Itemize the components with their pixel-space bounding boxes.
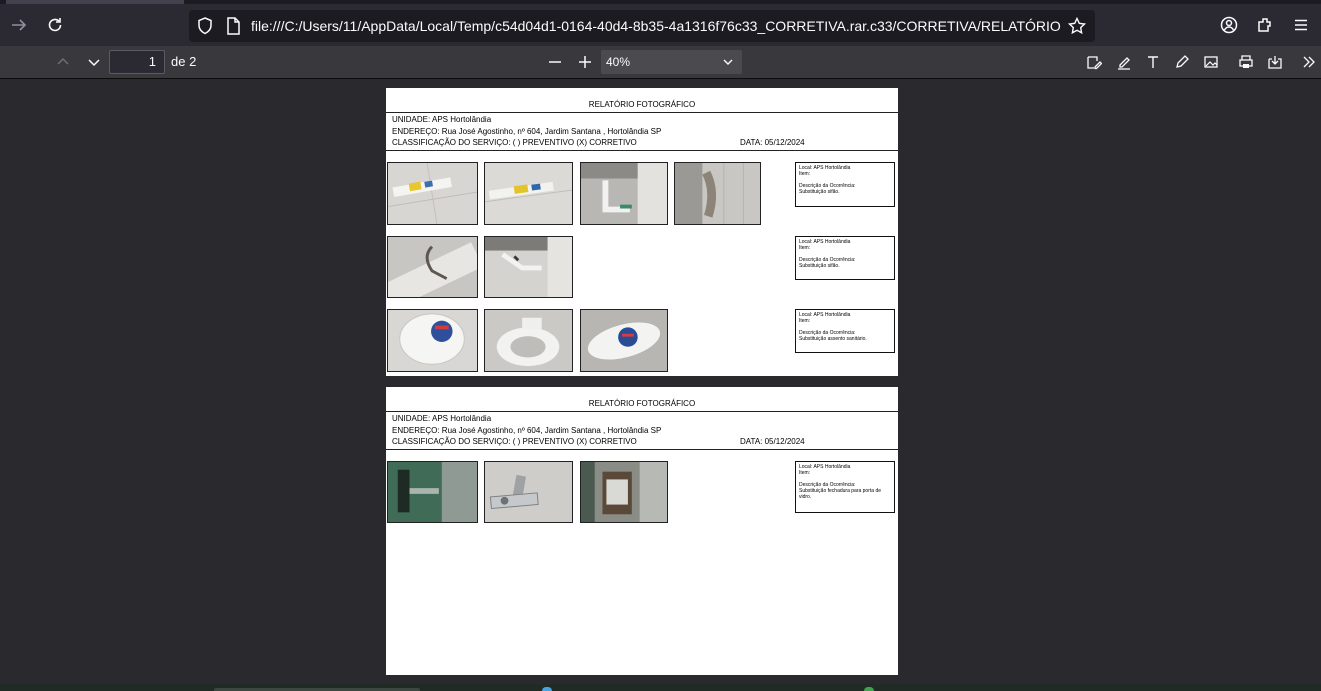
highlight-button[interactable]: [1111, 49, 1137, 75]
unidade-text: UNIDADE: APS Hortolândia: [392, 115, 492, 124]
zoom-in-icon: [579, 56, 591, 68]
navigation-bar: file:///C:/Users/11/AppData/Local/Temp/c…: [0, 4, 1321, 46]
classificacao-text: CLASSIFICAÇÃO DO SERVIÇO: ( ) PREVENTIVO…: [392, 437, 637, 446]
highlight-icon: [1118, 57, 1130, 70]
photo-siphon-under-sink-1: [387, 236, 478, 298]
reload-button[interactable]: [40, 10, 70, 40]
photo-toilet-seat-package: [387, 309, 478, 372]
page-count-label: de 2: [171, 54, 197, 69]
photo-siphon-under-sink-2: [484, 236, 573, 298]
draw-icon: [1176, 55, 1189, 68]
account-icon: [1220, 16, 1238, 34]
print-button[interactable]: [1233, 49, 1259, 75]
zoom-out-button[interactable]: [542, 49, 568, 75]
photo-glass-door: [387, 461, 478, 523]
text-icon: [1148, 56, 1158, 68]
page-up-icon: [57, 57, 69, 65]
photo-toilet-seat-new-package: [580, 309, 668, 372]
date-text: DATA: 05/12/2024: [740, 138, 805, 147]
account-button[interactable]: [1214, 10, 1244, 40]
text-button[interactable]: [1140, 49, 1166, 75]
save-icon: [1268, 56, 1282, 69]
more-tools-icon: [1303, 56, 1315, 68]
endereco-text: ENDEREÇO: Rua José Agostinho, nº 604, Ja…: [392, 426, 662, 435]
pdf-page-1: RELATÓRIO FOTOGRÁFICO UNIDADE: APS Horto…: [386, 88, 898, 376]
taskbar: [0, 684, 1321, 691]
forward-button[interactable]: [4, 10, 34, 40]
zoom-in-button[interactable]: [572, 49, 598, 75]
menu-button[interactable]: [1286, 10, 1316, 40]
taskbar-app-icon[interactable]: [542, 687, 552, 691]
add-image-button[interactable]: [1198, 49, 1224, 75]
description-text: Substituição sifão.: [799, 263, 840, 269]
draw-button[interactable]: [1169, 49, 1195, 75]
pdf-viewer[interactable]: RELATÓRIO FOTOGRÁFICO UNIDADE: APS Horto…: [0, 80, 1321, 684]
page-icon: [227, 17, 240, 35]
extensions-button[interactable]: [1250, 10, 1280, 40]
photo-siphon-installed-1: [580, 162, 668, 225]
description-box-row-1: Local: APS Hortolândia Item: Descrição d…: [795, 162, 895, 207]
taskbar-app-icon[interactable]: [864, 687, 874, 691]
image-icon: [1204, 56, 1218, 68]
pdf-toolbar: 1 de 2 40%: [0, 46, 1321, 79]
date-text: DATA: 05/12/2024: [740, 437, 805, 446]
photo-siphon-package-1: [387, 162, 478, 225]
photo-toilet-new-seat: [484, 309, 573, 372]
edit-pdf-button[interactable]: [1081, 49, 1107, 75]
unidade-text: UNIDADE: APS Hortolândia: [392, 414, 492, 423]
description-box-row-3: Local: APS Hortolândia Item: Descrição d…: [795, 309, 895, 353]
photo-siphon-installed-2: [674, 162, 761, 225]
classificacao-text: CLASSIFICAÇÃO DO SERVIÇO: ( ) PREVENTIVO…: [392, 138, 637, 147]
extensions-icon: [1258, 18, 1271, 32]
chevron-down-icon: [723, 59, 733, 65]
divider: [386, 449, 898, 450]
print-icon: [1239, 55, 1253, 68]
endereco-text: ENDEREÇO: Rua José Agostinho, nº 604, Ja…: [392, 127, 662, 136]
menu-icon: [1295, 19, 1307, 31]
divider: [386, 112, 898, 113]
edit-icon: [1087, 56, 1102, 70]
url-text[interactable]: file:///C:/Users/11/AppData/Local/Temp/c…: [251, 17, 1061, 37]
forward-icon: [12, 19, 27, 31]
next-page-button[interactable]: [81, 49, 107, 75]
description-box-row-2: Local: APS Hortolândia Item: Descrição d…: [795, 236, 895, 280]
zoom-out-icon: [549, 61, 561, 63]
more-tools-button[interactable]: [1296, 49, 1321, 75]
save-button[interactable]: [1262, 49, 1288, 75]
reload-icon: [48, 18, 62, 32]
description-text: Substituição sifão.: [799, 189, 840, 195]
url-bar[interactable]: file:///C:/Users/11/AppData/Local/Temp/c…: [189, 10, 1095, 42]
zoom-select[interactable]: 40%: [601, 50, 742, 74]
shield-icon[interactable]: [195, 16, 215, 36]
star-icon[interactable]: [1067, 16, 1087, 36]
previous-page-button[interactable]: [50, 49, 76, 75]
pdf-page-2: RELATÓRIO FOTOGRÁFICO UNIDADE: APS Horto…: [386, 387, 898, 675]
page-down-icon: [88, 59, 100, 67]
report-title: RELATÓRIO FOTOGRÁFICO: [588, 100, 696, 109]
divider: [386, 411, 898, 412]
description-box-row-1: Local: APS Hortolândia Item: Descrição d…: [795, 461, 895, 513]
page-number-input[interactable]: 1: [109, 50, 165, 74]
description-text: Substituição fechadura para porta de vid…: [799, 488, 881, 500]
report-title: RELATÓRIO FOTOGRÁFICO: [588, 399, 696, 408]
photo-new-lock: [484, 461, 573, 523]
photo-lock-installed: [580, 461, 668, 523]
zoom-value: 40%: [606, 55, 631, 69]
photo-siphon-package-2: [484, 162, 573, 225]
divider: [386, 150, 898, 151]
description-text: Substituição assento sanitário.: [799, 336, 867, 342]
